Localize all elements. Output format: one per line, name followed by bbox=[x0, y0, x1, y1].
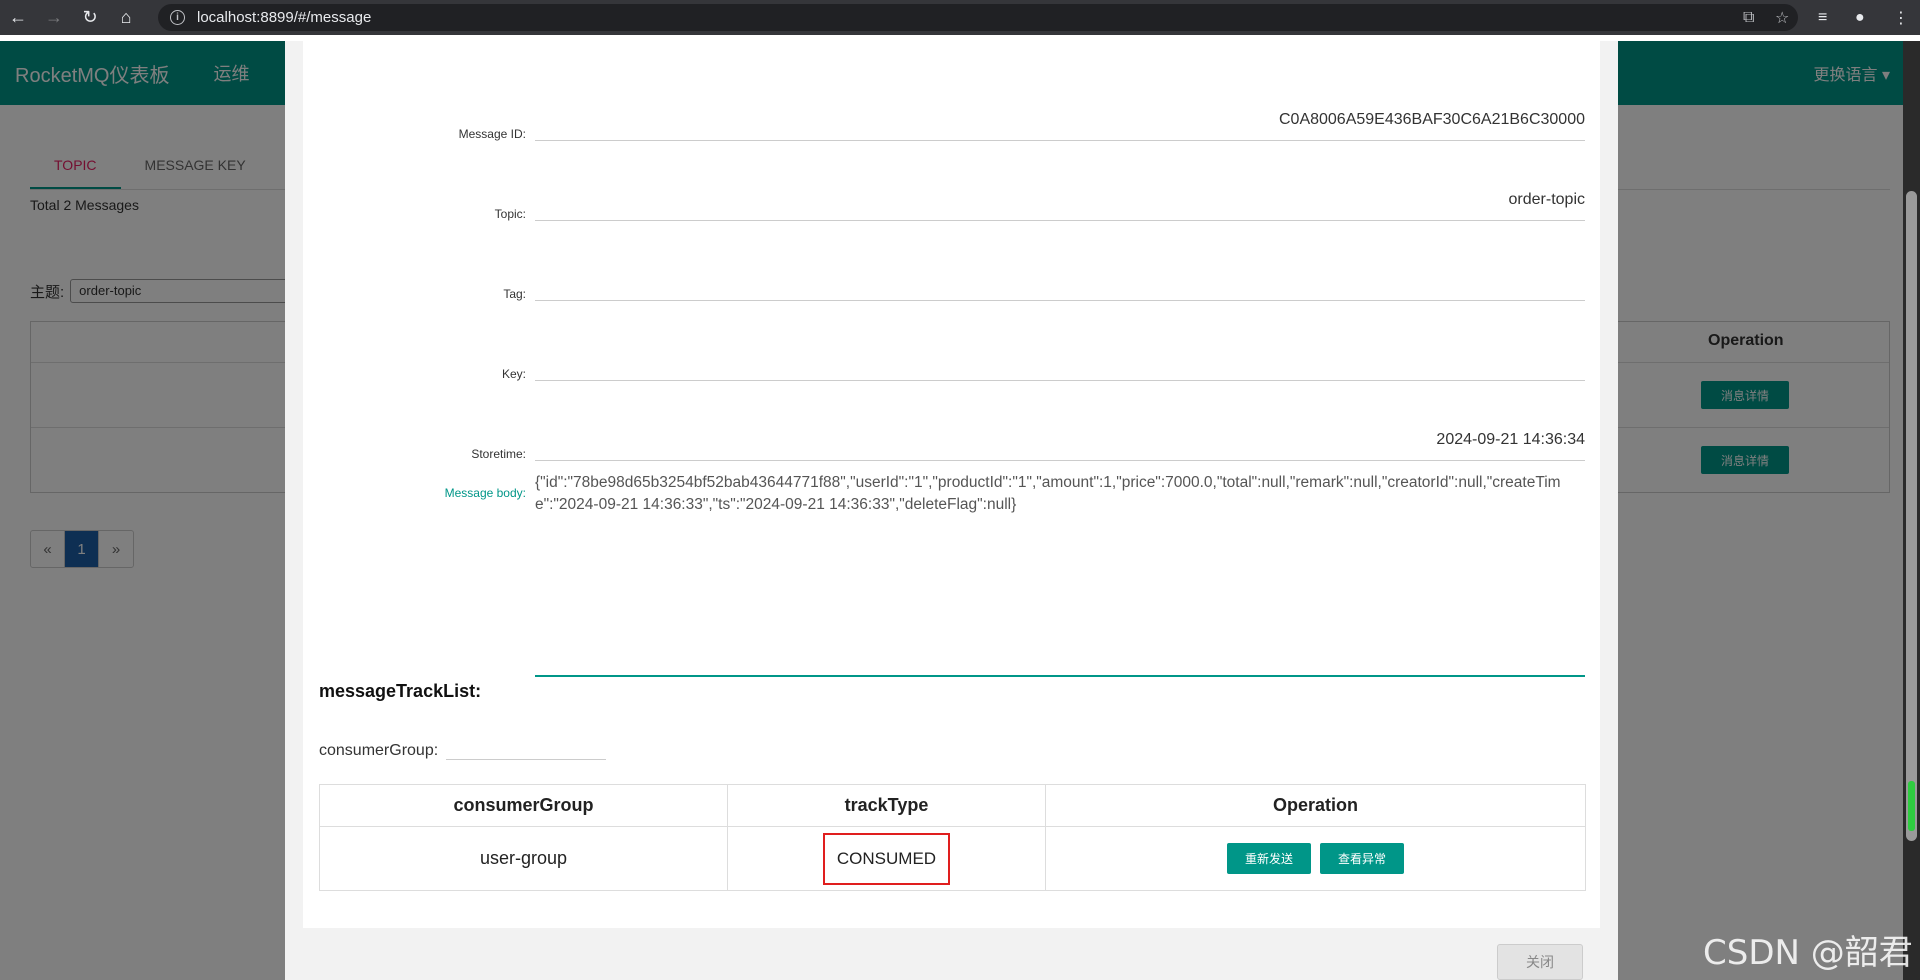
topic-label: Topic: bbox=[494, 207, 526, 221]
track-type-badge: CONSUMED bbox=[822, 832, 951, 885]
storetime-value: 2024-09-21 14:36:34 bbox=[1436, 431, 1585, 448]
topic-field: order-topic bbox=[535, 181, 1585, 221]
consumer-group-cell: user-group bbox=[319, 826, 728, 891]
back-icon[interactable]: ← bbox=[0, 0, 36, 35]
browser-toolbar: ← → ↻ ⌂ i localhost:8899/#/message ⧉ ☆ ≡… bbox=[0, 0, 1920, 35]
message-body-label: Message body: bbox=[444, 486, 526, 500]
tag-row: Tag: bbox=[303, 261, 1600, 321]
reading-list-icon[interactable]: ≡ bbox=[1818, 0, 1827, 35]
page-scrollbar[interactable] bbox=[1903, 41, 1920, 980]
message-detail-modal: Message ID: C0A8006A59E436BAF30C6A21B6C3… bbox=[285, 41, 1618, 980]
consumer-group-input[interactable] bbox=[446, 740, 607, 760]
message-id-row: Message ID: C0A8006A59E436BAF30C6A21B6C3… bbox=[303, 101, 1600, 161]
address-bar[interactable]: i localhost:8899/#/message ⧉ ☆ bbox=[158, 4, 1798, 31]
table-row: user-group CONSUMED 重新发送 查看异常 bbox=[319, 826, 1586, 891]
storetime-label: Storetime: bbox=[471, 447, 526, 461]
key-field bbox=[535, 341, 1585, 381]
modal-body: Message ID: C0A8006A59E436BAF30C6A21B6C3… bbox=[303, 41, 1600, 928]
home-icon[interactable]: ⌂ bbox=[108, 0, 144, 35]
col-operation: Operation bbox=[1045, 784, 1586, 827]
track-list-title: messageTrackList: bbox=[319, 681, 482, 701]
bookmark-star-icon[interactable]: ☆ bbox=[1775, 8, 1789, 28]
storetime-field: 2024-09-21 14:36:34 bbox=[535, 421, 1585, 461]
consumer-group-filter: consumerGroup: bbox=[319, 740, 607, 760]
operation-cell: 重新发送 查看异常 bbox=[1045, 826, 1586, 891]
forward-icon[interactable]: → bbox=[36, 0, 72, 35]
watermark: CSDN @韶君 bbox=[1703, 933, 1913, 973]
key-row: Key: bbox=[303, 341, 1600, 401]
close-button[interactable]: 关闭 bbox=[1497, 944, 1583, 980]
resend-button[interactable]: 重新发送 bbox=[1226, 843, 1311, 874]
scrollbar-thumb[interactable] bbox=[1906, 191, 1917, 841]
track-type-cell: CONSUMED bbox=[727, 826, 1046, 891]
view-exception-button[interactable]: 查看异常 bbox=[1320, 843, 1405, 874]
message-id-label: Message ID: bbox=[458, 127, 526, 141]
message-id-field: C0A8006A59E436BAF30C6A21B6C30000 bbox=[535, 101, 1585, 141]
tag-field bbox=[535, 261, 1585, 301]
col-consumer-group: consumerGroup bbox=[319, 784, 728, 827]
message-body[interactable]: {"id":"78be98d65b3254bf52bab43644771f88"… bbox=[535, 472, 1585, 677]
scroll-indicator bbox=[1908, 781, 1915, 831]
message-id-value: C0A8006A59E436BAF30C6A21B6C30000 bbox=[1278, 111, 1585, 128]
site-info-icon[interactable]: i bbox=[170, 10, 185, 25]
url-text: localhost:8899/#/message bbox=[197, 9, 372, 26]
col-track-type: trackType bbox=[727, 784, 1046, 827]
key-label: Key: bbox=[501, 367, 526, 381]
topic-value: order-topic bbox=[1508, 191, 1585, 208]
profile-icon[interactable]: ● bbox=[1855, 0, 1865, 35]
track-table: consumerGroup trackType Operation user-g… bbox=[319, 784, 1586, 891]
reload-icon[interactable]: ↻ bbox=[72, 0, 108, 35]
consumer-group-label: consumerGroup: bbox=[319, 742, 439, 759]
track-table-header: consumerGroup trackType Operation bbox=[319, 784, 1586, 827]
translate-icon[interactable]: ⧉ bbox=[1743, 9, 1754, 27]
tag-label: Tag: bbox=[503, 287, 526, 301]
topic-row: Topic: order-topic bbox=[303, 181, 1600, 241]
menu-kebab-icon[interactable]: ⋮ bbox=[1893, 0, 1909, 35]
